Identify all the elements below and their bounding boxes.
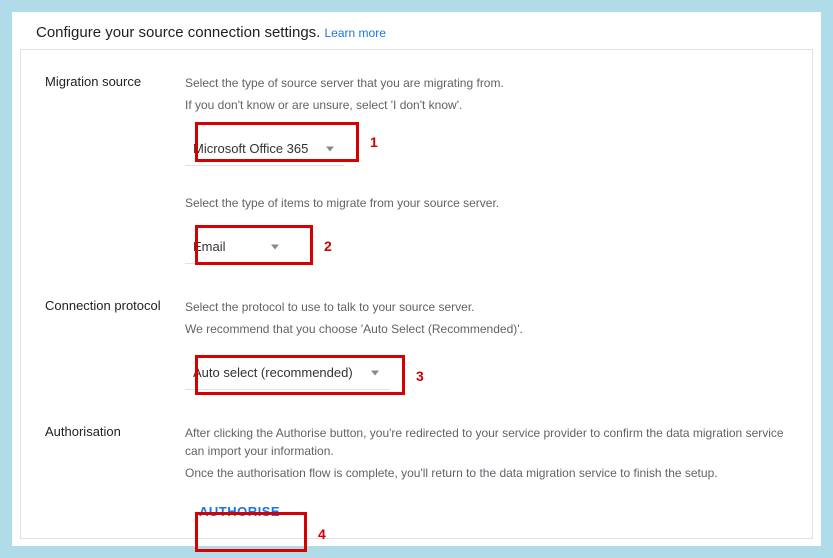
- migration-items-help: Select the type of items to migrate from…: [185, 194, 788, 212]
- settings-panel: Migration source Select the type of sour…: [20, 49, 813, 539]
- migration-source-label: Migration source: [45, 74, 185, 89]
- migration-items-dropdown-value: Email: [193, 239, 226, 254]
- learn-more-link[interactable]: Learn more: [325, 26, 386, 40]
- connection-protocol-help2: We recommend that you choose 'Auto Selec…: [185, 320, 788, 338]
- annotation-label-3: 3: [416, 368, 424, 384]
- migration-source-help2: If you don't know or are unsure, select …: [185, 96, 788, 114]
- authorisation-label: Authorisation: [45, 424, 185, 439]
- chevron-down-icon: [371, 371, 379, 376]
- migration-source-help1: Select the type of source server that yo…: [185, 74, 788, 92]
- migration-source-dropdown[interactable]: Microsoft Office 365: [185, 132, 344, 166]
- migration-source-dropdown-value: Microsoft Office 365: [193, 141, 308, 156]
- connection-protocol-label: Connection protocol: [45, 298, 185, 313]
- header-title: Configure your source connection setting…: [36, 24, 320, 41]
- authorisation-help1: After clicking the Authorise button, you…: [185, 424, 788, 460]
- chevron-down-icon: [326, 147, 334, 152]
- authorisation-help2: Once the authorisation flow is complete,…: [185, 464, 788, 482]
- migration-items-dropdown[interactable]: Email: [185, 230, 289, 264]
- migration-source-row: Migration source Select the type of sour…: [45, 74, 788, 264]
- connection-protocol-dropdown[interactable]: Auto select (recommended): [185, 356, 389, 390]
- annotation-label-2: 2: [324, 238, 332, 254]
- annotation-label-1: 1: [370, 134, 378, 150]
- annotation-label-4: 4: [318, 526, 326, 542]
- connection-protocol-help1: Select the protocol to use to talk to yo…: [185, 298, 788, 316]
- chevron-down-icon: [271, 245, 279, 250]
- page-header: Configure your source connection setting…: [12, 12, 821, 49]
- authorisation-row: Authorisation After clicking the Authori…: [45, 424, 788, 527]
- connection-protocol-dropdown-value: Auto select (recommended): [193, 365, 353, 380]
- authorise-button[interactable]: AUTHORISE: [185, 496, 294, 527]
